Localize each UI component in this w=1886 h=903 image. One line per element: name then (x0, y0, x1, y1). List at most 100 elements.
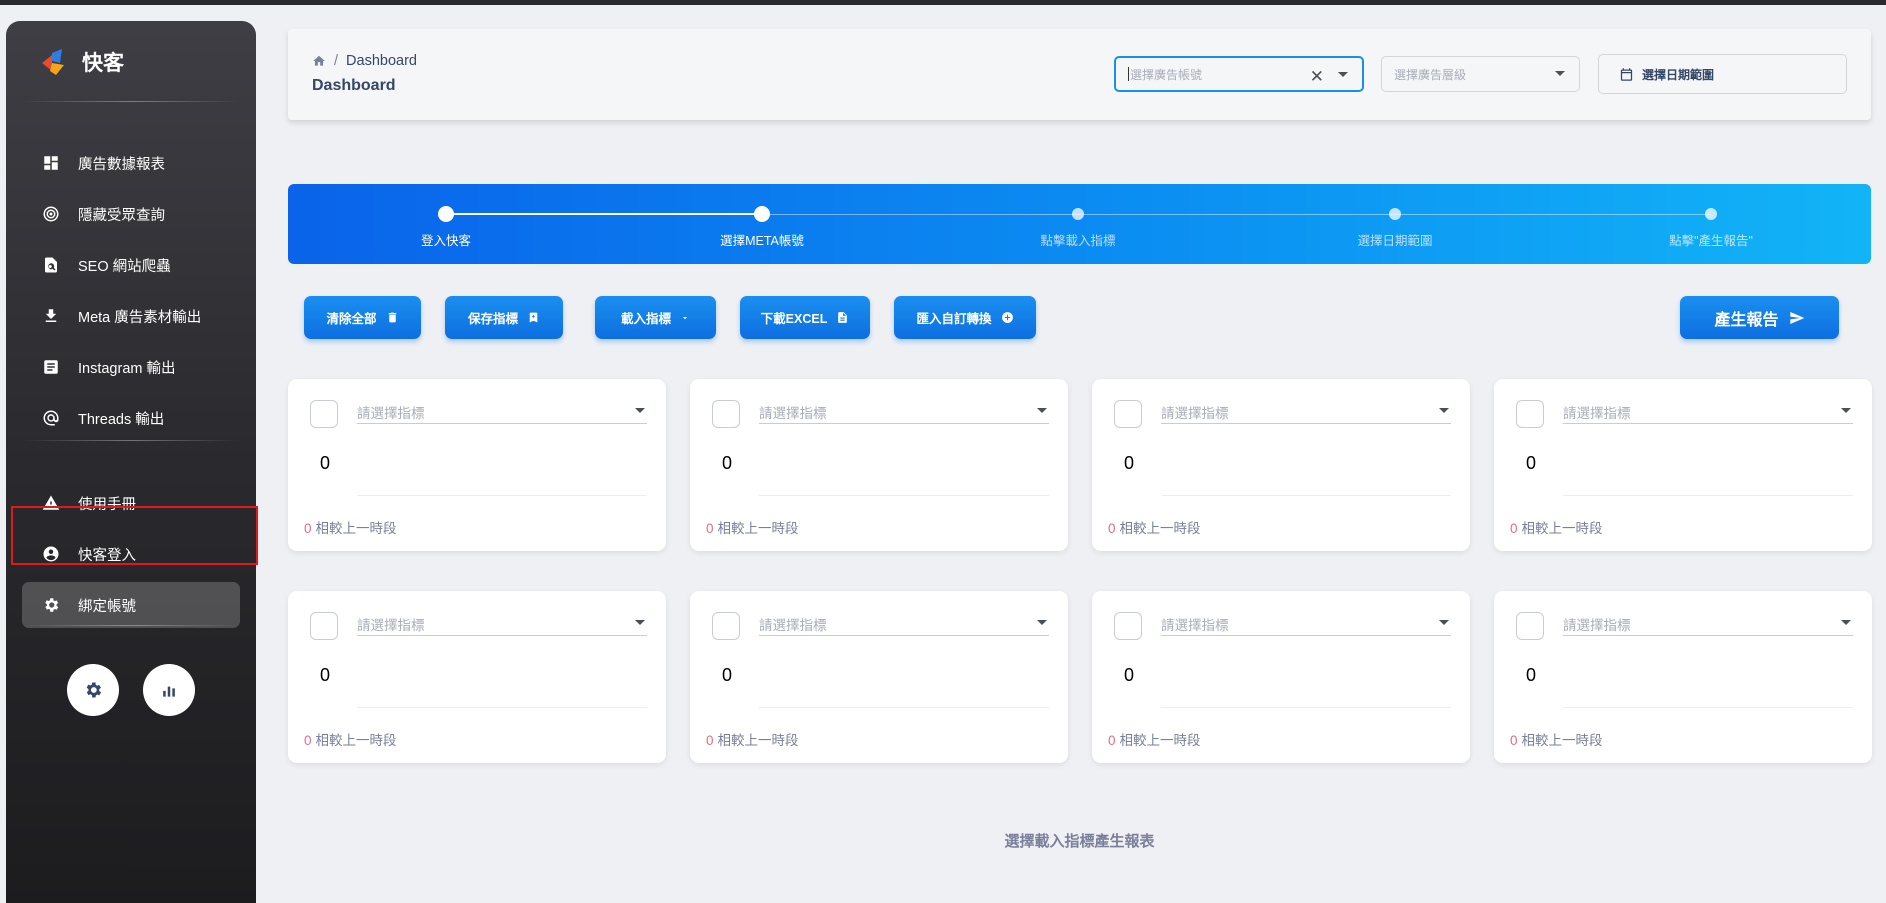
metric-select[interactable]: 請選擇指標 (759, 399, 1049, 424)
metric-comparison: 0 相較上一時段 (706, 517, 799, 537)
page-title: Dashboard (312, 77, 396, 94)
metric-select-placeholder: 請選擇指標 (759, 618, 827, 633)
ad-account-select[interactable]: 選擇廣告帳號 ✕ (1114, 56, 1364, 92)
article-icon (42, 358, 60, 376)
chevron-down-icon[interactable] (1439, 620, 1449, 625)
dashboard-icon (42, 154, 60, 172)
metric-select-placeholder: 請選擇指標 (1563, 406, 1631, 421)
date-range-picker[interactable]: 選擇日期範圍 (1598, 54, 1847, 94)
load-metrics-button[interactable]: 載入指標 (595, 296, 716, 339)
metric-card: 請選擇指標 0 0 相較上一時段 (288, 591, 666, 763)
download-excel-label: 下載EXCEL (760, 312, 828, 326)
metric-compare-label: 相較上一時段 (717, 733, 799, 748)
doc-search-icon (42, 256, 60, 274)
metric-change: 0 (1108, 733, 1116, 748)
sidebar-divider (22, 440, 240, 441)
metric-select[interactable]: 請選擇指標 (357, 611, 647, 636)
sidebar-item-label: SEO 網站爬蟲 (78, 258, 171, 275)
sidebar-item-meta-assets[interactable]: Meta 廣告素材輸出 (22, 293, 240, 339)
clear-icon[interactable]: ✕ (1310, 67, 1324, 87)
sidebar-item-label: Instagram 輸出 (78, 360, 176, 377)
metric-card: 請選擇指標 0 0 相較上一時段 (1494, 379, 1872, 551)
metric-select[interactable]: 請選擇指標 (759, 611, 1049, 636)
metric-comparison: 0 相較上一時段 (304, 517, 397, 537)
brand[interactable]: 快客 (38, 45, 124, 79)
download-excel-button[interactable]: 下載EXCEL (740, 296, 870, 339)
metric-compare-label: 相較上一時段 (315, 521, 397, 536)
progress-stepper: 登入快客 選擇META帳號 點擊載入指標 選擇日期範圍 點擊"產生報告" (288, 184, 1871, 264)
sidebar-item-label: Threads 輸出 (78, 411, 165, 428)
metric-divider (1161, 707, 1451, 708)
metric-checkbox[interactable] (310, 400, 338, 428)
metric-select-placeholder: 請選擇指標 (357, 406, 425, 421)
chevron-down-icon[interactable] (1338, 72, 1348, 77)
stepper-progress-line (446, 213, 762, 215)
metric-compare-label: 相較上一時段 (1521, 521, 1603, 536)
sidebar-item-hidden-audience[interactable]: 隱藏受眾查詢 (22, 191, 240, 237)
chevron-down-icon (682, 316, 688, 319)
chevron-down-icon[interactable] (635, 408, 645, 413)
sidebar-item-seo-crawler[interactable]: SEO 網站爬蟲 (22, 242, 240, 288)
clear-all-button[interactable]: 清除全部 (304, 296, 421, 339)
metric-select[interactable]: 請選擇指標 (1161, 611, 1451, 636)
metric-compare-label: 相較上一時段 (717, 521, 799, 536)
metric-checkbox[interactable] (1516, 612, 1544, 640)
home-icon[interactable] (312, 54, 326, 68)
sidebar: 快客 廣告數據報表 隱藏受眾查詢 SEO 網站爬蟲 Meta 廣告素材輸出 In… (6, 21, 256, 903)
metric-change: 0 (304, 733, 312, 748)
sidebar-item-ad-report[interactable]: 廣告數據報表 (22, 140, 240, 186)
chevron-down-icon[interactable] (1555, 71, 1565, 76)
ad-level-select[interactable]: 選擇廣告層級 (1381, 56, 1580, 92)
metric-select[interactable]: 請選擇指標 (1563, 399, 1853, 424)
brand-logo-icon (38, 47, 68, 77)
metric-select-placeholder: 請選擇指標 (1161, 618, 1229, 633)
bar-chart-icon (163, 686, 175, 697)
metric-select[interactable]: 請選擇指標 (1161, 399, 1451, 424)
bookmark-add-icon (529, 312, 538, 323)
sidebar-item-instagram-export[interactable]: Instagram 輸出 (22, 344, 240, 390)
metric-compare-label: 相較上一時段 (1119, 733, 1201, 748)
metric-select[interactable]: 請選擇指標 (1563, 611, 1853, 636)
metric-checkbox[interactable] (310, 612, 338, 640)
step-4-label: 選擇日期範圍 (1357, 234, 1433, 248)
gear-icon (86, 682, 101, 698)
metric-value: 0 (320, 453, 331, 473)
metric-select-placeholder: 請選擇指標 (1563, 618, 1631, 633)
chevron-down-icon[interactable] (1439, 408, 1449, 413)
metric-checkbox[interactable] (712, 612, 740, 640)
settings-button[interactable] (67, 664, 119, 716)
header-bar: / Dashboard Dashboard 選擇廣告帳號 ✕ 選擇廣告層級 選擇… (288, 29, 1871, 120)
metric-value: 0 (722, 665, 733, 685)
sidebar-divider (22, 625, 240, 626)
file-icon (838, 312, 848, 323)
metric-card: 請選擇指標 0 0 相較上一時段 (288, 379, 666, 551)
chevron-down-icon[interactable] (1841, 408, 1851, 413)
at-icon (42, 409, 60, 427)
metric-divider (1563, 707, 1853, 708)
save-metrics-button[interactable]: 保存指標 (445, 296, 563, 339)
chevron-down-icon[interactable] (1037, 620, 1047, 625)
chevron-down-icon[interactable] (635, 620, 645, 625)
metric-select-placeholder: 請選擇指標 (1161, 406, 1229, 421)
metric-select[interactable]: 請選擇指標 (357, 399, 647, 424)
sidebar-item-threads-export[interactable]: Threads 輸出 (22, 395, 240, 441)
metric-divider (357, 707, 647, 708)
breadcrumb-current: Dashboard (346, 53, 417, 69)
import-custom-conversion-button[interactable]: 匯入自訂轉換 (894, 296, 1036, 339)
metric-checkbox[interactable] (1114, 612, 1142, 640)
metric-checkbox[interactable] (1114, 400, 1142, 428)
stats-button[interactable] (143, 664, 195, 716)
metric-checkbox[interactable] (712, 400, 740, 428)
step-4-dot (1389, 208, 1401, 220)
text-cursor (1128, 67, 1129, 81)
metric-checkbox[interactable] (1516, 400, 1544, 428)
ad-account-placeholder: 選擇廣告帳號 (1130, 67, 1203, 82)
chevron-down-icon[interactable] (1037, 408, 1047, 413)
breadcrumb-separator: / (334, 53, 339, 69)
metric-change: 0 (1510, 521, 1518, 536)
add-circle-icon (1001, 312, 1013, 323)
chevron-down-icon[interactable] (1841, 620, 1851, 625)
generate-report-button[interactable]: 產生報告 (1680, 296, 1839, 339)
sidebar-item-bind-account[interactable]: 綁定帳號 (22, 582, 240, 628)
metric-value: 0 (1526, 665, 1537, 685)
